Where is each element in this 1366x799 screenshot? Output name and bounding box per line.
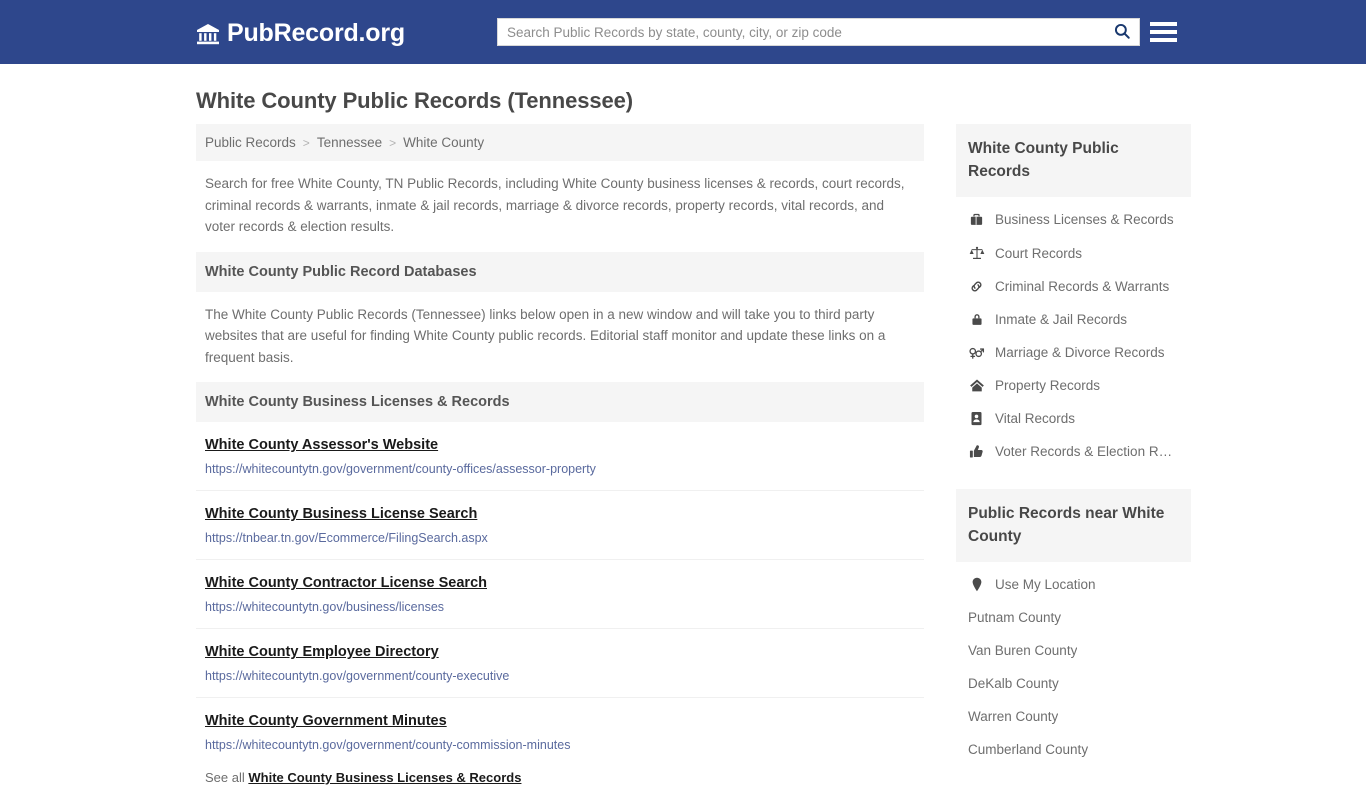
sidebar-item-label: Warren County (968, 709, 1059, 724)
search-button[interactable] (1105, 19, 1139, 45)
sidebar-item-label: Cumberland County (968, 742, 1089, 757)
breadcrumb-item-public-records[interactable]: Public Records (205, 135, 296, 150)
site-logo[interactable]: PubRecord.org (196, 19, 405, 48)
record-link-title[interactable]: White County Government Minutes (205, 713, 447, 729)
list-item: White County Business License Search htt… (196, 491, 924, 560)
breadcrumb-separator: > (302, 135, 310, 150)
sidebar-heading-records: White County Public Records (956, 124, 1191, 197)
list-item: White County Government Minutes https://… (196, 698, 924, 766)
record-link-list: White County Assessor's Website https://… (196, 422, 924, 766)
sidebar-item-inmate-jail-records[interactable]: Inmate & Jail Records (956, 303, 1191, 336)
page-content: Public Records > Tennessee > White Count… (196, 124, 1366, 799)
site-header: PubRecord.org (0, 0, 1366, 64)
section-heading-business-licenses: White County Business Licenses & Records (196, 382, 924, 422)
record-link-url[interactable]: https://whitecountytn.gov/business/licen… (205, 600, 915, 614)
sidebar-item-use-my-location[interactable]: Use My Location (956, 568, 1191, 601)
page-title: White County Public Records (Tennessee) (196, 88, 633, 113)
hamburger-menu-button[interactable] (1150, 18, 1177, 46)
main-column: Public Records > Tennessee > White Count… (196, 124, 924, 799)
record-link-url[interactable]: https://tnbear.tn.gov/Ecommerce/FilingSe… (205, 531, 915, 545)
sidebar-item-label: Voter Records & Election R… (995, 444, 1173, 459)
record-link-title[interactable]: White County Business License Search (205, 506, 477, 522)
sidebar-item-label: Use My Location (995, 577, 1096, 592)
bank-icon (196, 22, 220, 46)
databases-description: The White County Public Records (Tenness… (205, 306, 886, 365)
sidebar-item-voter-records[interactable]: Voter Records & Election R… (956, 435, 1191, 468)
record-link-title[interactable]: White County Contractor License Search (205, 575, 487, 591)
breadcrumb-item-white-county[interactable]: White County (403, 135, 484, 150)
sidebar-item-label: Vital Records (995, 411, 1076, 426)
sidebar-near-block: Public Records near White County Use My … (956, 489, 1191, 768)
sidebar-item-court-records[interactable]: Court Records (956, 236, 1191, 270)
sidebar-item-dekalb-county[interactable]: DeKalb County (956, 667, 1191, 700)
sidebar-heading-near: Public Records near White County (956, 489, 1191, 562)
sidebar: White County Public Records Business Lic… (956, 124, 1191, 799)
list-item: White County Contractor License Search h… (196, 560, 924, 629)
site-logo-text: PubRecord.org (227, 19, 405, 47)
sidebar-item-property-records[interactable]: Property Records (956, 369, 1191, 402)
record-link-title[interactable]: White County Employee Directory (205, 644, 439, 660)
see-all-row: See all White County Business Licenses &… (196, 766, 924, 799)
hamburger-menu-icon-bar (1150, 30, 1177, 34)
sidebar-item-warren-county[interactable]: Warren County (956, 700, 1191, 733)
sidebar-item-cumberland-county[interactable]: Cumberland County (956, 733, 1191, 766)
lock-icon (968, 312, 985, 327)
briefcase-icon (968, 212, 985, 227)
record-link-title[interactable]: White County Assessor's Website (205, 437, 438, 453)
page-intro-text: Search for free White County, TN Public … (205, 176, 905, 234)
section-heading-databases: White County Public Record Databases (196, 251, 924, 292)
balance-scale-icon (968, 245, 985, 261)
sidebar-item-label: Marriage & Divorce Records (995, 345, 1165, 360)
sidebar-item-criminal-records[interactable]: Criminal Records & Warrants (956, 270, 1191, 303)
home-icon (968, 378, 985, 393)
search-input[interactable] (498, 19, 1105, 45)
sidebar-near-list: Use My Location Putnam County Van Buren … (956, 562, 1191, 768)
sidebar-item-label: Criminal Records & Warrants (995, 279, 1170, 294)
thumbs-up-icon (968, 444, 985, 459)
record-link-url[interactable]: https://whitecountytn.gov/government/cou… (205, 669, 915, 683)
search-bar (497, 18, 1140, 46)
sidebar-item-putnam-county[interactable]: Putnam County (956, 601, 1191, 634)
search-icon (1113, 22, 1131, 43)
sidebar-item-label: Putnam County (968, 610, 1062, 625)
sidebar-item-business-licenses[interactable]: Business Licenses & Records (956, 203, 1191, 236)
sidebar-item-label: Inmate & Jail Records (995, 312, 1128, 327)
sidebar-item-label: Van Buren County (968, 643, 1078, 658)
list-item: White County Employee Directory https://… (196, 629, 924, 698)
sidebar-item-label: DeKalb County (968, 676, 1059, 691)
hamburger-menu-icon-bar (1150, 22, 1177, 26)
sidebar-item-label: Property Records (995, 378, 1101, 393)
sidebar-item-van-buren-county[interactable]: Van Buren County (956, 634, 1191, 667)
see-all-prefix: See all (205, 770, 249, 785)
id-badge-icon (968, 411, 985, 426)
map-pin-icon (968, 577, 985, 592)
see-all-link[interactable]: White County Business Licenses & Records (248, 770, 521, 785)
list-item: White County Assessor's Website https://… (196, 422, 924, 491)
sidebar-item-marriage-divorce-records[interactable]: Marriage & Divorce Records (956, 336, 1191, 369)
breadcrumb: Public Records > Tennessee > White Count… (196, 124, 924, 161)
venus-mars-icon (968, 345, 985, 360)
record-link-url[interactable]: https://whitecountytn.gov/government/cou… (205, 738, 915, 752)
record-link-url[interactable]: https://whitecountytn.gov/government/cou… (205, 462, 915, 476)
breadcrumb-item-tennessee[interactable]: Tennessee (317, 135, 382, 150)
chain-link-icon (968, 279, 985, 294)
sidebar-records-list: Business Licenses & Records Court Record… (956, 197, 1191, 470)
breadcrumb-separator: > (389, 135, 397, 150)
sidebar-item-label: Business Licenses & Records (995, 212, 1174, 227)
sidebar-item-vital-records[interactable]: Vital Records (956, 402, 1191, 435)
sidebar-item-label: Court Records (995, 245, 1083, 261)
hamburger-menu-icon-bar (1150, 38, 1177, 42)
